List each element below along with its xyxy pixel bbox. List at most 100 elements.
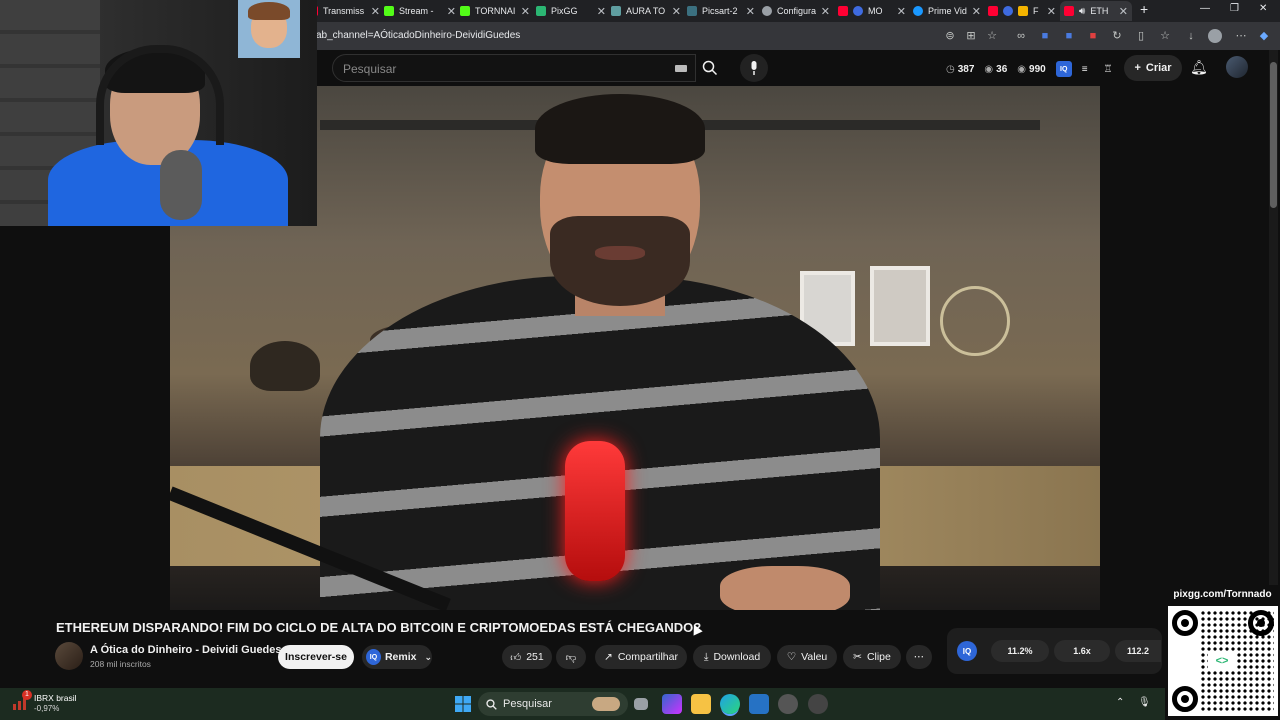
tab-prime-video[interactable]: Prime Vid ✕: [913, 1, 981, 21]
copilot-app-icon[interactable]: [662, 694, 682, 714]
tab-eth-active[interactable]: 🔊︎ ETH ✕: [1060, 1, 1132, 21]
eye-icon: ◉: [1017, 63, 1027, 75]
account-avatar[interactable]: [1226, 56, 1248, 78]
close-tab-icon[interactable]: ✕: [897, 5, 906, 18]
circle-icon: [853, 6, 863, 16]
download-icon: ⤓: [703, 650, 709, 663]
iq-stat-multiplier: 1.6x: [1054, 640, 1110, 662]
iq-stats-panel: IQ 11.2% 1.6x 112.2: [947, 628, 1162, 674]
close-tab-icon[interactable]: ✕: [1119, 5, 1128, 18]
tab-pixgg[interactable]: PixGG ✕: [536, 1, 606, 21]
profile-avatar[interactable]: [1208, 29, 1222, 43]
tab-aura[interactable]: AURA TO ✕: [611, 1, 681, 21]
iq-logo-icon[interactable]: IQ: [957, 641, 977, 661]
tab-mo[interactable]: MO ✕: [838, 1, 906, 21]
refresh-extension-icon[interactable]: ↻: [1110, 29, 1124, 43]
tab-stream[interactable]: Stream - ✕: [384, 1, 456, 21]
edge-browser-icon[interactable]: [720, 694, 740, 714]
tray-mic-icon[interactable]: 🎙︎: [1138, 697, 1151, 708]
clip-button[interactable]: ✂ Clipe: [843, 645, 901, 669]
youtube-header: Pesquisar ◷ 387 ◉ 36 ◉ 990 IQ ≡ ♖ + Criar 🔔…: [316, 50, 1280, 86]
star-icon: [1018, 6, 1028, 16]
tab-tornnado[interactable]: TORNNAI ✕: [460, 1, 530, 21]
drive-icon: [611, 6, 621, 16]
taskbar-search[interactable]: Pesquisar: [478, 692, 628, 716]
downloads-icon[interactable]: ↓: [1184, 29, 1198, 43]
close-tab-icon[interactable]: ✕: [1047, 5, 1056, 18]
thanks-button[interactable]: ♡ Valeu: [777, 645, 837, 669]
close-tab-icon[interactable]: ✕: [447, 5, 456, 18]
tab-transmissao[interactable]: Transmiss ✕: [308, 1, 380, 21]
speaker-icon[interactable]: 🔊︎: [1079, 6, 1085, 17]
share-arrow-icon: ↗: [604, 651, 613, 663]
scrollbar-thumb[interactable]: [1270, 62, 1277, 208]
close-tab-icon[interactable]: ✕: [821, 5, 830, 18]
menu-dots-icon[interactable]: ⋯: [1234, 29, 1248, 43]
translate-icon[interactable]: ⊜: [943, 29, 957, 43]
split-screen-icon[interactable]: ▯: [1134, 29, 1148, 43]
more-actions-button[interactable]: ⋯: [906, 645, 932, 669]
remix-button[interactable]: IQ Remix ⌄: [362, 645, 432, 669]
restore-icon[interactable]: ❐: [1230, 3, 1239, 14]
task-view-icon[interactable]: [634, 698, 648, 710]
close-tab-icon[interactable]: ✕: [746, 5, 755, 18]
new-tab-icon[interactable]: +: [1140, 1, 1148, 17]
iq-extension-icon[interactable]: IQ: [1055, 61, 1072, 77]
iq-icon: IQ: [366, 649, 381, 665]
close-tab-icon[interactable]: ✕: [972, 5, 981, 18]
iq-stat-percent: 11.2%: [991, 640, 1049, 662]
search-box[interactable]: Pesquisar: [332, 54, 696, 82]
create-button[interactable]: + Criar: [1124, 55, 1182, 81]
notifications-bell-icon[interactable]: 🔔︎: [1190, 59, 1208, 76]
close-window-icon[interactable]: ✕: [1259, 3, 1267, 14]
like-button[interactable]: 👍︎ 251: [502, 645, 552, 669]
thumbs-up-icon: 👍︎: [510, 651, 522, 664]
close-tab-icon[interactable]: ✕: [672, 5, 681, 18]
extension-shield-icon[interactable]: ■: [1038, 29, 1052, 43]
windows-start-icon[interactable]: [455, 696, 471, 712]
subscribe-button[interactable]: Inscrever-se: [278, 645, 354, 669]
youtube-icon: [988, 6, 998, 16]
favorites-icon[interactable]: ☆: [1158, 29, 1172, 43]
copilot-icon[interactable]: ◆: [1257, 29, 1271, 43]
close-tab-icon[interactable]: ✕: [371, 5, 380, 18]
url-field[interactable]: ab_channel=AÓticadoDinheiro-DeividiGuede…: [316, 30, 520, 41]
ticker-name: IBRX brasil: [34, 693, 77, 703]
photos-app-icon[interactable]: [749, 694, 769, 714]
ticker-value: -0,97%: [34, 704, 60, 713]
scissors-icon: ✂: [853, 651, 862, 663]
webcam-overlay: [0, 0, 317, 226]
pixgg-logo-icon: <>: [1208, 652, 1236, 670]
pixgg-qr-code: <>: [1168, 606, 1278, 716]
share-button[interactable]: ↗ Compartilhar: [595, 645, 687, 669]
tab-f[interactable]: F ✕: [988, 1, 1056, 21]
headset: [96, 45, 224, 145]
channel-avatar[interactable]: [55, 642, 83, 670]
apps-icon[interactable]: ⊞: [964, 29, 978, 43]
extension-translate-icon[interactable]: ■: [1062, 29, 1076, 43]
channel-name[interactable]: A Ótica do Dinheiro - Deividi Guedes: [90, 644, 282, 656]
download-button[interactable]: ⤓ Download: [693, 645, 771, 669]
lamp-scene: [940, 286, 1010, 356]
search-button[interactable]: [696, 54, 724, 82]
file-explorer-icon[interactable]: [691, 694, 711, 714]
obs-studio-icon[interactable]: [778, 694, 798, 714]
keyboard-icon[interactable]: [675, 65, 687, 72]
extension-audio-icon[interactable]: ■: [1086, 29, 1100, 43]
dislike-button[interactable]: 👎︎: [556, 645, 586, 669]
youtube-icon: [838, 6, 848, 16]
bookmark-star-icon[interactable]: ☆: [985, 29, 999, 43]
close-tab-icon[interactable]: ✕: [521, 5, 530, 18]
search-input[interactable]: Pesquisar: [343, 62, 396, 76]
rocket-icon[interactable]: ♖: [1104, 61, 1113, 77]
minimize-icon[interactable]: —: [1200, 3, 1210, 14]
search-icon: [702, 60, 718, 76]
tab-configuracoes[interactable]: Configura ✕: [762, 1, 830, 21]
media-player-icon[interactable]: [808, 694, 828, 714]
tab-picsart[interactable]: Picsart-2 ✕: [687, 1, 755, 21]
glasses-icon[interactable]: ∞: [1014, 29, 1028, 43]
close-tab-icon[interactable]: ✕: [597, 5, 606, 18]
voice-search-button[interactable]: [740, 54, 768, 82]
tray-chevron-icon[interactable]: ⌃: [1116, 697, 1124, 708]
menu-lines-icon[interactable]: ≡: [1082, 61, 1088, 77]
